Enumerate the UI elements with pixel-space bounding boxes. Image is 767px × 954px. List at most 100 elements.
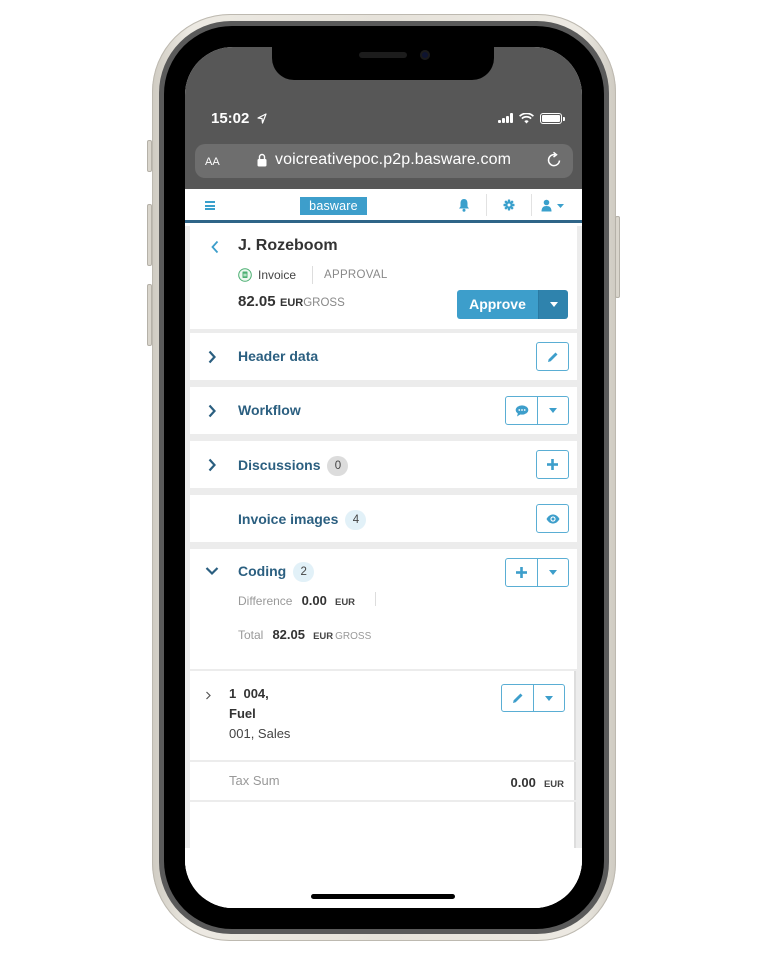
difference-value: 0.00 — [301, 593, 327, 608]
workflow-comment-button-group — [505, 396, 569, 425]
coding-line[interactable]: 1 004, Fuel 001, Sales — [190, 671, 576, 760]
total-currency: EUR — [313, 631, 334, 642]
invoice-document-icon — [238, 268, 252, 282]
section-coding: Coding 2 Difference 0.00 EUR Total 82.05… — [190, 549, 577, 669]
account-code: 004, — [243, 686, 269, 701]
section-header-data[interactable]: Header data — [190, 333, 577, 380]
gear-icon[interactable] — [503, 198, 515, 212]
document-status: APPROVAL — [324, 269, 388, 281]
edit-coding-line-button[interactable] — [502, 685, 533, 711]
status-icons — [498, 112, 565, 124]
list-continuation — [190, 802, 576, 848]
text-size-button[interactable]: AA — [205, 152, 220, 169]
coding-line-button-group — [501, 684, 565, 712]
tax-sum-label: Tax Sum — [229, 773, 280, 788]
add-discussion-button[interactable] — [536, 450, 569, 479]
supplier-name: J. Rozeboom — [238, 237, 338, 254]
mute-switch — [147, 140, 152, 172]
caret-down-icon — [545, 695, 553, 701]
tax-sum-currency: EUR — [543, 779, 564, 790]
signal-icon — [498, 113, 513, 123]
section-title-text: Discussions — [238, 457, 321, 473]
difference-currency: EUR — [334, 597, 356, 608]
add-coding-line-button[interactable] — [506, 559, 537, 586]
home-indicator[interactable] — [311, 894, 455, 899]
total-type: GROSS — [335, 631, 372, 642]
tax-sum-value: 0.00 — [510, 775, 536, 790]
section-invoice-images[interactable]: Invoice images 4 — [190, 495, 577, 542]
section-title[interactable]: Header data — [238, 348, 318, 364]
section-title-text: Coding — [238, 563, 287, 579]
header-separator — [531, 194, 532, 216]
plus-icon — [516, 567, 527, 578]
address-bar[interactable]: AA voicreativepoc.p2p.basware.com — [195, 144, 573, 178]
tax-sum-amount: 0.00 EUR — [511, 772, 564, 791]
view-images-button[interactable] — [536, 504, 569, 533]
chevron-down-icon[interactable] — [205, 566, 219, 576]
back-chevron-icon[interactable] — [210, 240, 220, 254]
coding-count-badge: 2 — [293, 562, 315, 582]
url-text[interactable]: voicreativepoc.p2p.basware.com — [275, 151, 511, 169]
total-value: 82.05 — [272, 627, 305, 642]
ios-status-area: 15:02 AA voicreativepoc.p2p.basware.com — [185, 47, 582, 189]
account-name: Fuel — [229, 706, 256, 721]
coding-difference: Difference 0.00 EUR — [238, 590, 355, 609]
section-discussions[interactable]: Discussions 0 — [190, 441, 577, 488]
workflow-options-button[interactable] — [537, 397, 568, 424]
front-camera — [420, 50, 430, 60]
pencil-icon — [512, 693, 522, 703]
speaker-grille — [359, 52, 407, 58]
section-title[interactable]: Coding 2 — [238, 562, 315, 582]
header-separator — [486, 194, 487, 216]
coding-options-button[interactable] — [537, 559, 568, 586]
caret-down-icon — [549, 302, 558, 307]
section-title[interactable]: Invoice images 4 — [238, 510, 367, 530]
battery-icon — [540, 112, 565, 124]
section-workflow[interactable]: Workflow — [190, 387, 577, 434]
images-count-badge: 4 — [345, 510, 367, 530]
approve-button[interactable]: Approve — [457, 290, 538, 319]
approve-button-group: Approve — [457, 290, 568, 319]
chevron-right-icon[interactable] — [205, 691, 212, 700]
divider — [375, 592, 376, 606]
divider — [312, 266, 313, 284]
edit-header-button[interactable] — [536, 342, 569, 371]
wifi-icon — [519, 112, 534, 123]
coding-total: Total 82.05 EUR GROSS — [238, 624, 371, 643]
amount-currency: EUR — [280, 297, 304, 309]
bottom-area — [185, 848, 582, 908]
approve-options-button[interactable] — [538, 290, 568, 319]
user-icon — [541, 199, 552, 212]
amount-value: 82.05 — [238, 293, 276, 310]
caret-down-icon — [549, 570, 557, 575]
speech-bubble-icon — [515, 404, 528, 416]
chevron-right-icon[interactable] — [207, 404, 217, 418]
coding-line-options-button[interactable] — [533, 685, 564, 711]
gross-amount: 82.05 EURGROSS — [238, 293, 345, 311]
caret-down-icon — [557, 204, 564, 208]
section-title-text: Invoice images — [238, 511, 339, 527]
volume-down-button — [147, 284, 152, 346]
chevron-right-icon[interactable] — [207, 458, 217, 472]
volume-up-button — [147, 204, 152, 266]
hamburger-menu-icon[interactable] — [205, 201, 215, 210]
bell-icon[interactable] — [458, 198, 470, 212]
basware-logo[interactable]: basware — [300, 197, 367, 215]
line-number: 1 — [229, 686, 237, 701]
workflow-comment-button[interactable] — [506, 397, 537, 424]
section-title[interactable]: Discussions 0 — [238, 456, 349, 476]
chevron-right-icon[interactable] — [207, 350, 217, 364]
cost-center: 001, Sales — [229, 726, 291, 741]
total-label: Total — [238, 628, 264, 642]
caret-down-icon — [549, 408, 557, 413]
amount-type: GROSS — [303, 297, 345, 309]
coding-line-account: 1 004, — [229, 686, 269, 701]
pencil-icon — [547, 352, 557, 362]
document-type: Invoice — [258, 268, 297, 282]
user-menu[interactable] — [541, 198, 571, 214]
notch — [272, 47, 494, 80]
section-title[interactable]: Workflow — [238, 402, 301, 418]
plus-icon — [547, 459, 558, 470]
difference-label: Difference — [238, 594, 293, 608]
reload-icon[interactable] — [545, 151, 563, 169]
